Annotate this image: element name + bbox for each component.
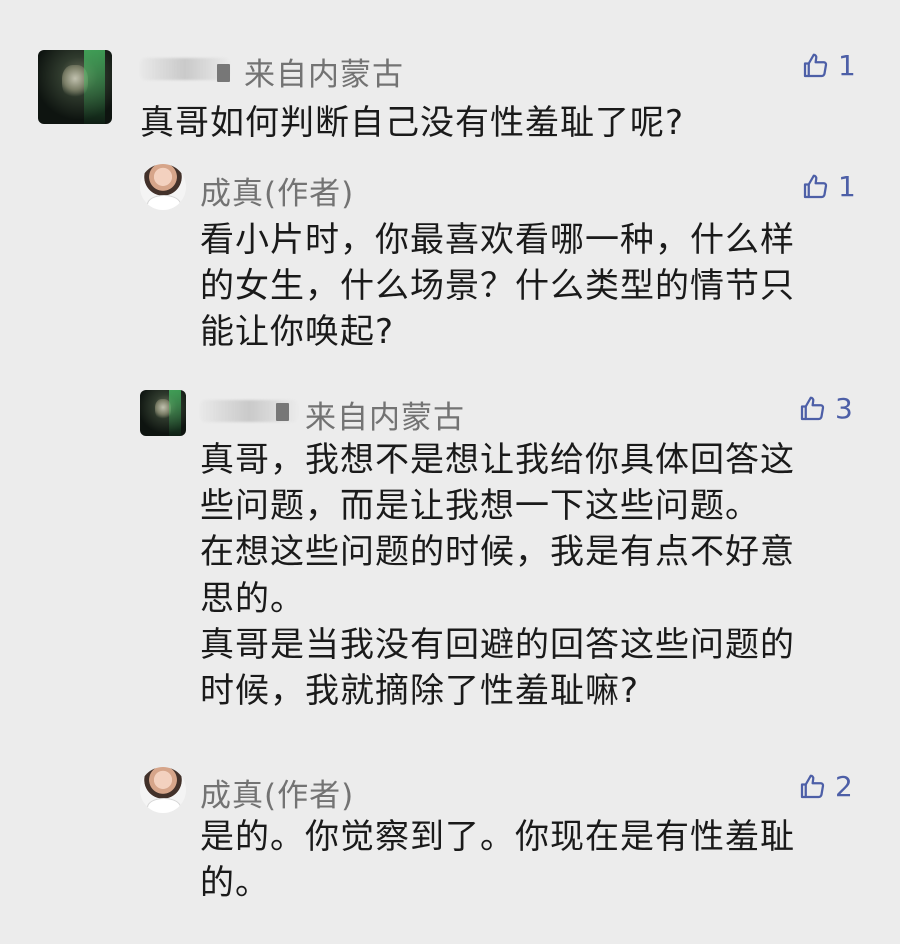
like-button[interactable]: 3 xyxy=(797,392,853,425)
like-count: 2 xyxy=(835,770,853,803)
like-count: 1 xyxy=(838,170,856,203)
avatar[interactable] xyxy=(140,164,186,210)
thumbs-up-icon xyxy=(797,394,827,424)
avatar[interactable] xyxy=(140,390,186,436)
avatar-shirt xyxy=(147,798,181,813)
location-label: 来自内蒙古 xyxy=(305,400,465,436)
redaction-block xyxy=(276,403,289,421)
like-count: 3 xyxy=(835,392,853,425)
reply-text: 真哥，我想不是想让我给你具体回答这 些问题，而是让我想一下这些问题。 在想这些问… xyxy=(200,440,795,712)
reply-text: 是的。你觉察到了。你现在是有性羞耻 的。 xyxy=(200,817,795,904)
avatar-green-light xyxy=(168,390,182,436)
thumbs-up-icon xyxy=(800,51,830,81)
author-name: 成真(作者) xyxy=(200,176,355,212)
author-name: 成真(作者) xyxy=(200,778,355,814)
avatar[interactable] xyxy=(38,50,112,124)
like-button[interactable]: 1 xyxy=(800,49,856,82)
reply-text: 看小片时，你最喜欢看哪一种，什么样 的女生，什么场景？什么类型的情节只 能让你唤… xyxy=(200,220,795,353)
thumbs-up-icon xyxy=(800,172,830,202)
thumbs-up-icon xyxy=(797,772,827,802)
avatar-green-light xyxy=(83,50,105,124)
like-button[interactable]: 1 xyxy=(800,170,856,203)
like-count: 1 xyxy=(838,49,856,82)
avatar-shirt xyxy=(147,195,181,210)
location-label: 来自内蒙古 xyxy=(244,57,404,93)
redaction-block xyxy=(217,64,230,82)
avatar[interactable] xyxy=(140,767,186,813)
like-button[interactable]: 2 xyxy=(797,770,853,803)
comment-text: 真哥如何判断自己没有性羞耻了呢? xyxy=(140,103,685,143)
